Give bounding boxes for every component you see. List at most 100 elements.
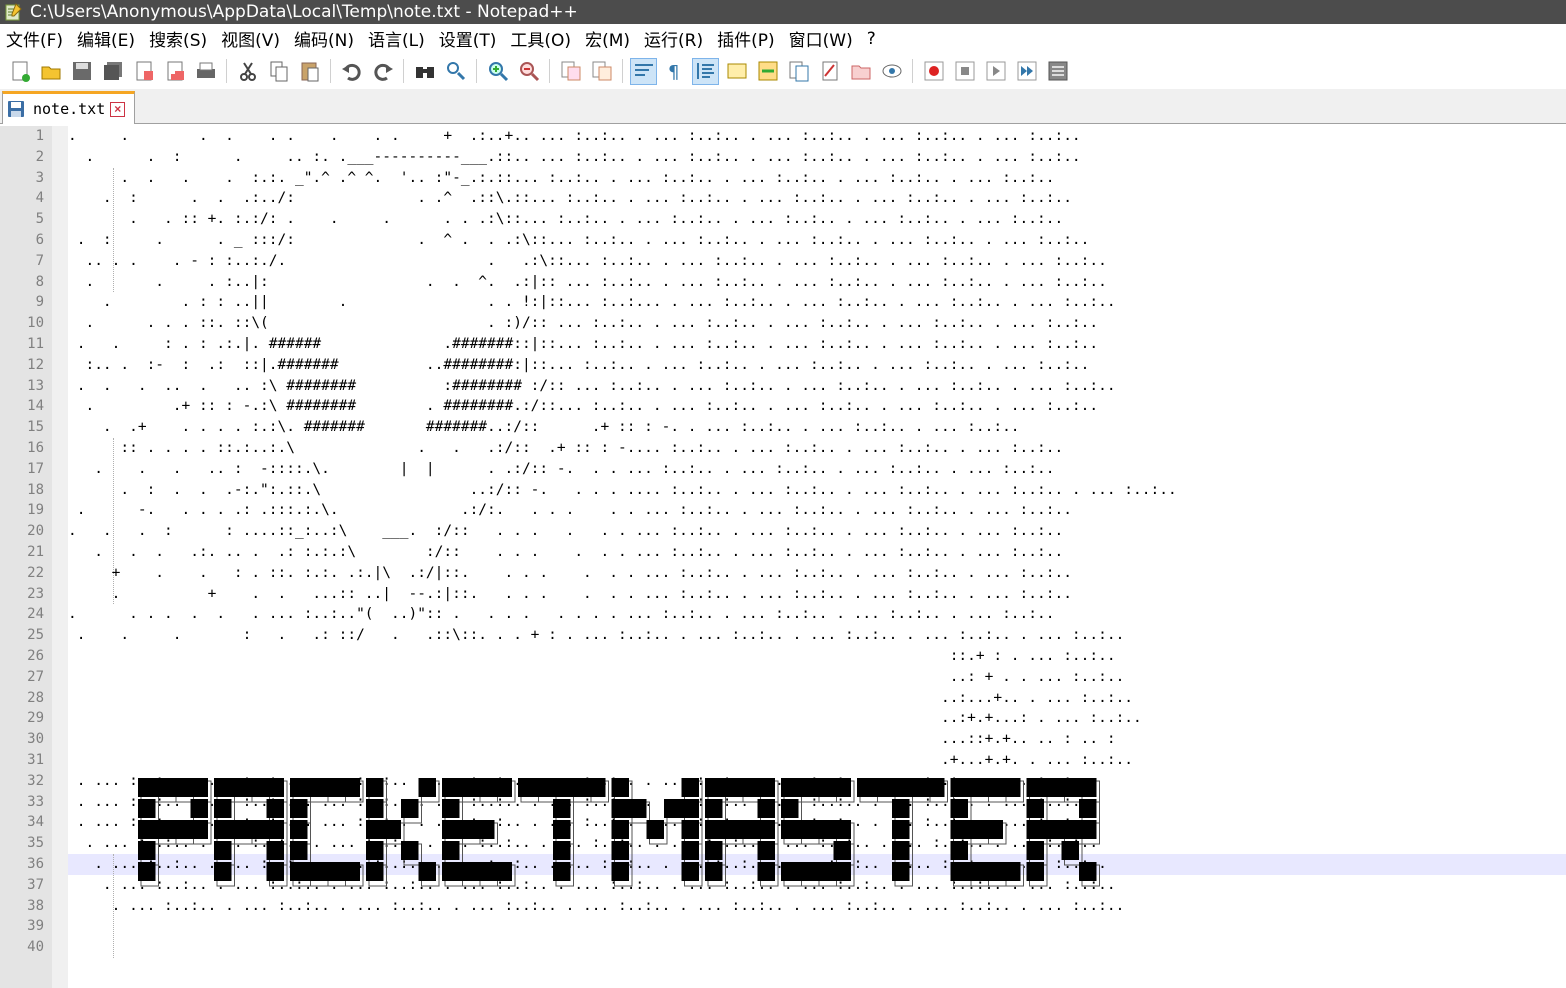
- replace-icon[interactable]: [442, 58, 469, 85]
- editor-line[interactable]: :: . . . . ::.:..:.\ . . .:/:: .+ :: : -…: [68, 438, 1566, 459]
- editor-line[interactable]: . : . . .-:.":.::.\ ..:/:: -. . . . ....…: [68, 480, 1566, 501]
- editor-line[interactable]: + . . : . ::. :.:. .:.|\ .:/|::. . . . .…: [68, 563, 1566, 584]
- function-list-icon[interactable]: [785, 58, 812, 85]
- editor-line[interactable]: ..:...+.. . ... :..:..: [68, 688, 1566, 709]
- banner-letter: [857, 778, 948, 887]
- close-icon[interactable]: [130, 58, 157, 85]
- line-number: 28: [27, 689, 44, 706]
- tab-bar: note.txt ×: [0, 89, 1566, 124]
- zoom-in-icon[interactable]: [484, 58, 511, 85]
- word-wrap-icon[interactable]: [630, 57, 657, 85]
- playback-icon[interactable]: [982, 58, 1009, 85]
- stop-record-icon[interactable]: [951, 58, 978, 85]
- editor-line[interactable]: ..:+.+...: . ... :..:..: [68, 708, 1566, 729]
- editor-line[interactable]: . . : . : .:.|. ###### .#######::|::... …: [68, 334, 1566, 355]
- editor-line[interactable]: . . . . ::. ::\( . :)/:: ... :..:.. . ..…: [68, 313, 1566, 334]
- editor-line[interactable]: [68, 937, 1566, 958]
- editor-line[interactable]: . . : : ..|| . . . !:|::... :..:... . ..…: [68, 292, 1566, 313]
- eye-icon[interactable]: [878, 58, 905, 85]
- menu-item[interactable]: 搜索(S): [142, 26, 214, 51]
- menu-item[interactable]: 语言(L): [361, 26, 432, 51]
- banner-letter: [290, 778, 364, 887]
- editor-line[interactable]: [68, 916, 1566, 937]
- editor-line[interactable]: . . . .:. .. . .: :.:.:\ :/:: . . . . . …: [68, 542, 1566, 563]
- fold-margin[interactable]: [52, 126, 68, 988]
- line-number: 20: [27, 523, 44, 540]
- redo-icon[interactable]: [369, 58, 396, 85]
- line-number: 16: [27, 440, 44, 456]
- editor-line[interactable]: . . :: +. :.:/: . . . . . .:\::... :..:.…: [68, 209, 1566, 230]
- editor[interactable]: 1 2 3 4 5 6 7 8 9 10 11 12 13 14 15 16 17 18 19 20 21 22 23 24 2…: [0, 126, 1566, 988]
- editor-line[interactable]: .+...+.+. . ... :..:..: [68, 750, 1566, 771]
- line-number: 15: [27, 419, 44, 436]
- menu-item[interactable]: 插件(P): [710, 26, 782, 51]
- editor-line[interactable]: . : . . _ :::/: . ^ . . .:\::... :..:.. …: [68, 230, 1566, 251]
- editor-line[interactable]: . . . .. . .. :\ ######## :######## :/::…: [68, 376, 1566, 397]
- indent-guide-icon[interactable]: [692, 57, 719, 85]
- editor-line[interactable]: . .+ :: : -.:\ ######## . ########.:/::.…: [68, 396, 1566, 417]
- menu-item[interactable]: 编辑(E): [70, 26, 142, 51]
- menu-item[interactable]: 宏(M): [578, 26, 637, 51]
- menu-item[interactable]: 视图(V): [214, 26, 287, 51]
- notepadpp-app-icon: [4, 3, 22, 21]
- editor-line[interactable]: ::.+ : . ... :..:..: [68, 646, 1566, 667]
- editor-line[interactable]: . + . . ...:: ..| --.:|::. . . . . . . .…: [68, 584, 1566, 605]
- editor-line[interactable]: . : . . .:../: . .^ .::\.::... :..:.. . …: [68, 188, 1566, 209]
- editor-line[interactable]: . . . . :.:. _".^ .^ ^. '.. :"-_.:.::...…: [68, 168, 1566, 189]
- cut-icon[interactable]: [234, 58, 261, 85]
- udl-icon[interactable]: [723, 58, 750, 85]
- editor-line[interactable]: . . . : : ....::_:..:\ ___. :/:: . . . .…: [68, 521, 1566, 542]
- line-number: 23: [27, 585, 44, 602]
- banner-letter: [138, 778, 212, 887]
- editor-line[interactable]: . . . . . . . ... :..:.."( ..)":: . . . …: [68, 604, 1566, 625]
- folder-workspace-icon[interactable]: [816, 58, 843, 85]
- line-number: 35: [27, 835, 44, 852]
- banner-letter: [214, 778, 288, 887]
- editor-line[interactable]: . . . :..|: . . ^. .:|:: ... :..:.. . ..…: [68, 272, 1566, 293]
- text-area[interactable]: . . . . . . . . . + .:..+.. ... :..:.. .…: [68, 126, 1566, 988]
- editor-line[interactable]: . . : . .. :. .___----------___.::.. ...…: [68, 147, 1566, 168]
- record-macro-icon[interactable]: [920, 58, 947, 85]
- new-file-icon[interactable]: [6, 58, 33, 85]
- editor-line[interactable]: ..: + . . ... :..:..: [68, 667, 1566, 688]
- print-icon[interactable]: [192, 58, 219, 85]
- zoom-out-icon[interactable]: [515, 58, 542, 85]
- save-icon[interactable]: [68, 58, 95, 85]
- run-macro-multiple-icon[interactable]: [1013, 58, 1040, 85]
- copy-icon[interactable]: [265, 58, 292, 85]
- find-icon[interactable]: [411, 58, 438, 85]
- line-number: 10: [27, 315, 44, 332]
- editor-line[interactable]: . . . : . .: ::/ . .::\::. . . + : . ...…: [68, 625, 1566, 646]
- sync-vertical-icon[interactable]: [557, 58, 584, 85]
- banner-letter: [705, 778, 779, 887]
- editor-line[interactable]: . . . .. : -::::.\. | | . .:/:: -. . . .…: [68, 459, 1566, 480]
- editor-line[interactable]: . -. . . . .: .:::.:.\. .:/:. . . . . . …: [68, 500, 1566, 521]
- editor-line[interactable]: ...::+.+.. .. : .. :: [68, 729, 1566, 750]
- tab-note-txt[interactable]: note.txt ×: [2, 91, 135, 124]
- editor-line[interactable]: :.. . :- : .: ::|.####### ..########:|::…: [68, 355, 1566, 376]
- line-number: 12: [27, 356, 44, 373]
- banner-letter: [366, 778, 440, 887]
- save-macro-icon[interactable]: [1044, 58, 1071, 85]
- undo-icon[interactable]: [338, 58, 365, 85]
- monitoring-icon[interactable]: [847, 58, 874, 85]
- paste-icon[interactable]: [296, 58, 323, 85]
- editor-line[interactable]: .. . . . - : :..:./. . .:\::... :..:.. .…: [68, 251, 1566, 272]
- menu-item[interactable]: 窗口(W): [782, 26, 860, 51]
- document-map-icon[interactable]: [754, 58, 781, 85]
- editor-line[interactable]: . . . . . . . . . + .:..+.. ... :..:.. .…: [68, 126, 1566, 147]
- menu-item[interactable]: 运行(R): [637, 26, 710, 51]
- menu-item[interactable]: 设置(T): [432, 26, 504, 51]
- menu-item[interactable]: ?: [860, 29, 883, 49]
- menu-item[interactable]: 工具(O): [503, 26, 578, 51]
- close-all-icon[interactable]: [161, 58, 188, 85]
- save-all-icon[interactable]: [99, 58, 126, 85]
- svg-text:¶: ¶: [668, 62, 679, 83]
- editor-line[interactable]: . .+ . . . . :.:\. ####### #######..:/::…: [68, 417, 1566, 438]
- menu-item[interactable]: 文件(F): [0, 26, 70, 51]
- sync-horizontal-icon[interactable]: [588, 58, 615, 85]
- menu-item[interactable]: 编码(N): [287, 26, 361, 51]
- open-file-icon[interactable]: [37, 58, 64, 85]
- tab-close-icon[interactable]: ×: [110, 101, 126, 117]
- show-all-chars-icon[interactable]: ¶: [661, 58, 688, 85]
